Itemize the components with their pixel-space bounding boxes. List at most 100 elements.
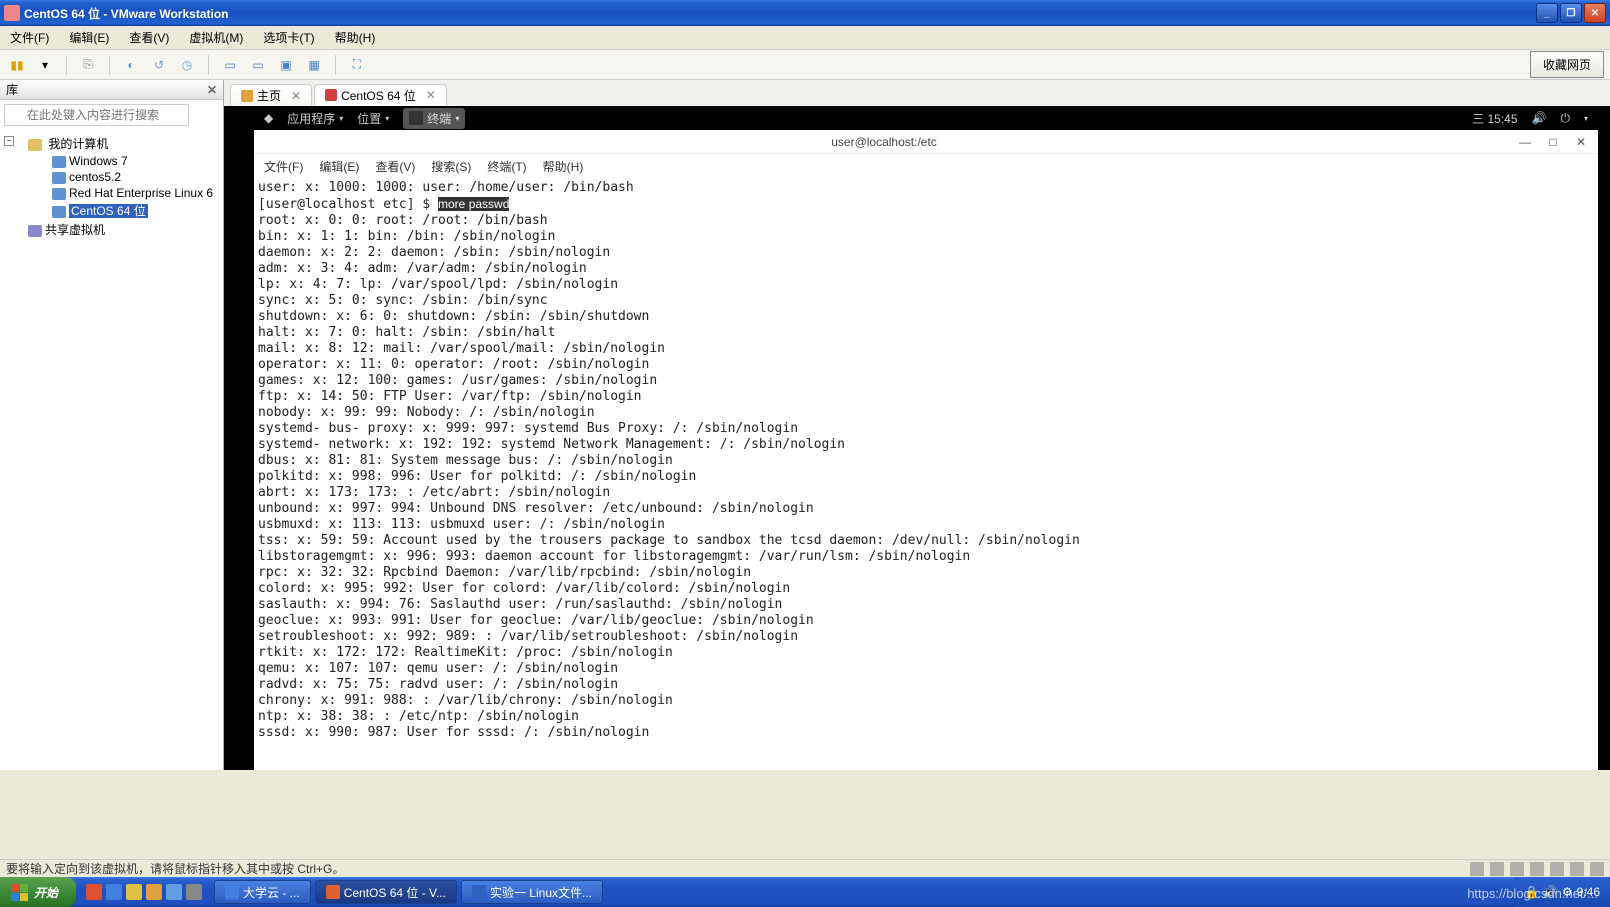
device-usb-icon[interactable]	[1530, 862, 1544, 876]
menu-view[interactable]: 查看(V)	[125, 27, 173, 48]
term-menu-view[interactable]: 查看(V)	[375, 158, 415, 175]
ql-chrome-icon[interactable]	[86, 884, 102, 900]
taskbar-item-vmware[interactable]: CentOS 64 位 - V...	[315, 880, 457, 904]
library-search-input[interactable]	[4, 104, 189, 126]
tray-icon[interactable]: 🔒	[1524, 885, 1539, 899]
device-sound-icon[interactable]	[1550, 862, 1564, 876]
term-menu-file[interactable]: 文件(F)	[264, 158, 303, 175]
library-title: 库	[6, 81, 18, 98]
maximize-button[interactable]: ❐	[1560, 3, 1582, 23]
tray-icon[interactable]: ⚙	[1562, 885, 1573, 899]
gnome-power-icon[interactable]: ⏻	[1560, 111, 1570, 126]
windows-taskbar: 开始 大学云 - ... CentOS 64 位 - V... 实验一 Linu…	[0, 877, 1610, 907]
start-button[interactable]: 开始	[0, 877, 76, 907]
home-icon	[241, 90, 253, 102]
grab-input-icon[interactable]: ⎘	[77, 54, 99, 76]
terminal-title: user@localhost:/etc	[264, 135, 1504, 149]
vm-icon	[52, 172, 66, 184]
term-menu-help[interactable]: 帮助(H)	[543, 158, 584, 175]
gnome-volume-icon[interactable]: 🔊	[1532, 111, 1547, 125]
tab-centos64[interactable]: CentOS 64 位 ✕	[314, 84, 447, 106]
tree-my-computer[interactable]: − 我的计算机	[4, 134, 219, 153]
term-menu-terminal[interactable]: 终端(T)	[487, 158, 526, 175]
library-tree: − 我的计算机 Windows 7 centos5.2 Red Hat Ente…	[0, 130, 223, 770]
gnome-active-app[interactable]: 终端▾	[403, 108, 465, 129]
unity-icon[interactable]: ▣	[275, 54, 297, 76]
status-bar: 要将输入定向到该虚拟机，请将鼠标指针移入其中或按 Ctrl+G。	[0, 859, 1610, 877]
taskbar-item-word[interactable]: 实验一 Linux文件...	[461, 880, 603, 904]
multimon-icon[interactable]: ▭	[247, 54, 269, 76]
device-cd-icon[interactable]	[1490, 862, 1504, 876]
term-menu-search[interactable]: 搜索(S)	[431, 158, 471, 175]
gnome-usermenu-icon[interactable]: ▾	[1584, 114, 1588, 123]
app-icon	[326, 885, 340, 899]
snapshot-icon[interactable]: ◐	[120, 54, 142, 76]
window-title: CentOS 64 位 - VMware Workstation	[24, 5, 1536, 22]
tab-close-icon[interactable]: ✕	[291, 89, 301, 103]
tree-vm-centos64[interactable]: CentOS 64 位	[4, 201, 219, 220]
library-close-icon[interactable]: ✕	[207, 83, 217, 97]
library-header: 库 ✕	[0, 80, 223, 100]
terminal-close-icon[interactable]: ✕	[1574, 135, 1588, 149]
tree-shared-vms[interactable]: 共享虚拟机	[4, 220, 219, 239]
vm-icon	[325, 89, 337, 101]
guest-display[interactable]: ◆ 应用程序▾ 位置▾ 终端▾ 三 15:45 🔊 ⏻ ▾ user@local…	[224, 106, 1610, 770]
taskbar-item-cloud[interactable]: 大学云 - ...	[214, 880, 311, 904]
ql-explorer-icon[interactable]	[126, 884, 142, 900]
menu-file[interactable]: 文件(F)	[6, 27, 53, 48]
terminal-minimize-icon[interactable]: —	[1518, 135, 1532, 149]
menubar: 文件(F) 编辑(E) 查看(V) 虚拟机(M) 选项卡(T) 帮助(H)	[0, 26, 1610, 50]
tree-vm-rhel6[interactable]: Red Hat Enterprise Linux 6	[4, 185, 219, 201]
app-icon	[225, 885, 239, 899]
device-hdd-icon[interactable]	[1470, 862, 1484, 876]
terminal-window: user@localhost:/etc — □ ✕ 文件(F) 编辑(E) 查看…	[254, 130, 1598, 770]
tree-vm-windows7[interactable]: Windows 7	[4, 153, 219, 169]
bookmark-button[interactable]: 收藏网页	[1530, 51, 1604, 78]
computer-icon	[28, 139, 42, 151]
power-on-icon[interactable]: ▮▮	[6, 54, 28, 76]
ql-app-icon[interactable]	[166, 884, 182, 900]
tray-time: 9:46	[1577, 885, 1600, 899]
app-icon	[4, 5, 20, 21]
terminal-menubar: 文件(F) 编辑(E) 查看(V) 搜索(S) 终端(T) 帮助(H)	[254, 154, 1598, 178]
terminal-titlebar[interactable]: user@localhost:/etc — □ ✕	[254, 130, 1598, 154]
quicklaunch	[76, 884, 212, 900]
tray-icon[interactable]: 🔊	[1543, 885, 1558, 899]
tab-close-icon[interactable]: ✕	[426, 88, 436, 102]
gnome-places-menu[interactable]: 位置▾	[357, 110, 389, 127]
device-net-icon[interactable]	[1510, 862, 1524, 876]
content-area: 主页 ✕ CentOS 64 位 ✕ ◆ 应用程序▾ 位置▾ 终端▾ 三 15:…	[224, 80, 1610, 770]
revert-icon[interactable]: ↺	[148, 54, 170, 76]
tree-collapse-icon[interactable]: −	[4, 136, 14, 146]
tab-bar: 主页 ✕ CentOS 64 位 ✕	[224, 80, 1610, 106]
system-tray[interactable]: 🔒 🔊 ⚙ 9:46	[1514, 877, 1610, 907]
ql-more-icon[interactable]	[186, 884, 202, 900]
close-button[interactable]: ✕	[1584, 3, 1606, 23]
device-display-icon[interactable]	[1590, 862, 1604, 876]
thumbnail-icon[interactable]: ▦	[303, 54, 325, 76]
gnome-activities-icon[interactable]: ◆	[264, 111, 273, 125]
terminal-body[interactable]: user: x: 1000: 1000: user: /home/user: /…	[254, 178, 1598, 770]
ql-folder-icon[interactable]	[146, 884, 162, 900]
tree-vm-centos52[interactable]: centos5.2	[4, 169, 219, 185]
vm-icon	[52, 156, 66, 168]
vm-icon	[52, 188, 66, 200]
toolbar: ▮▮ ▾ ⎘ ◐ ↺ ◷ ▭ ▭ ▣ ▦ ⛶ 收藏网页	[0, 50, 1610, 80]
gnome-applications-menu[interactable]: 应用程序▾	[287, 110, 343, 127]
tab-home[interactable]: 主页 ✕	[230, 84, 312, 106]
ql-ie-icon[interactable]	[106, 884, 122, 900]
minimize-button[interactable]: _	[1536, 3, 1558, 23]
fullscreen-icon[interactable]: ⛶	[346, 54, 368, 76]
power-dropdown-icon[interactable]: ▾	[34, 54, 56, 76]
console-view-icon[interactable]: ▭	[219, 54, 241, 76]
menu-edit[interactable]: 编辑(E)	[65, 27, 113, 48]
vm-icon	[52, 206, 66, 218]
manage-snapshot-icon[interactable]: ◷	[176, 54, 198, 76]
menu-tabs[interactable]: 选项卡(T)	[259, 27, 318, 48]
gnome-time[interactable]: 三 15:45	[1472, 110, 1517, 127]
terminal-maximize-icon[interactable]: □	[1546, 135, 1560, 149]
menu-help[interactable]: 帮助(H)	[331, 27, 380, 48]
term-menu-edit[interactable]: 编辑(E)	[319, 158, 359, 175]
device-printer-icon[interactable]	[1570, 862, 1584, 876]
menu-vm[interactable]: 虚拟机(M)	[185, 27, 247, 48]
